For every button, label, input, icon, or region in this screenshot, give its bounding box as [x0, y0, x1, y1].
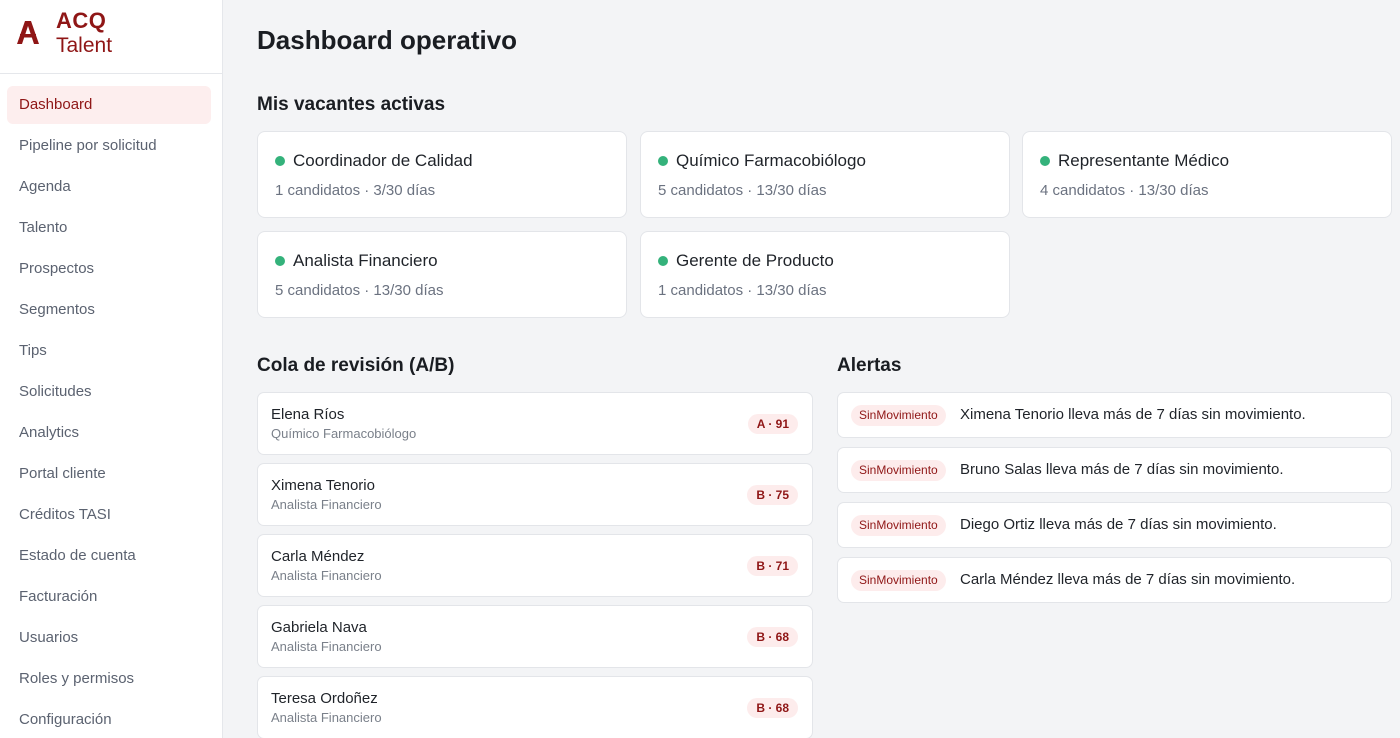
sidebar-item-usuarios[interactable]: Usuarios: [7, 619, 211, 657]
vacancy-card[interactable]: Coordinador de Calidad 1 candidatos · 3/…: [257, 131, 627, 218]
vacantes-section-title: Mis vacantes activas: [257, 94, 446, 115]
brand-name-bottom: Talent: [56, 34, 113, 57]
candidate-name: Elena Ríos: [271, 406, 345, 423]
vacancy-title: Representante Médico: [1058, 151, 1230, 170]
vacancy-card[interactable]: Analista Financiero 5 candidatos · 13/30…: [257, 231, 627, 318]
sidebar-nav: Dashboard Pipeline por solicitud Agenda …: [0, 86, 223, 738]
alert-type-badge: SinMovimiento: [851, 515, 946, 536]
candidate-role: Analista Financiero: [271, 497, 382, 512]
sidebar-item-portal-cliente[interactable]: Portal cliente: [7, 455, 211, 493]
candidate-role: Analista Financiero: [271, 639, 382, 654]
sidebar-item-analytics[interactable]: Analytics: [7, 414, 211, 452]
alert-item[interactable]: SinMovimiento Bruno Salas lleva más de 7…: [837, 447, 1392, 493]
sidebar-item-creditos-tasi[interactable]: Créditos TASI: [7, 496, 211, 534]
sidebar-item-pipeline[interactable]: Pipeline por solicitud: [7, 127, 211, 165]
alert-type-badge: SinMovimiento: [851, 460, 946, 481]
alert-text: Diego Ortiz lleva más de 7 días sin movi…: [960, 516, 1277, 533]
alert-type-badge: SinMovimiento: [851, 570, 946, 591]
sidebar-item-agenda[interactable]: Agenda: [7, 168, 211, 206]
vacancy-meta: 5 candidatos · 13/30 días: [658, 182, 827, 199]
alert-text: Ximena Tenorio lleva más de 7 días sin m…: [960, 406, 1306, 423]
vacancy-meta: 1 candidatos · 13/30 días: [658, 282, 827, 299]
revision-section-title: Cola de revisión (A/B): [257, 355, 455, 376]
review-row[interactable]: Carla Méndez Analista Financiero B · 71: [257, 534, 813, 597]
candidate-name: Gabriela Nava: [271, 619, 367, 636]
sidebar-item-segmentos[interactable]: Segmentos: [7, 291, 211, 329]
alert-type-badge: SinMovimiento: [851, 405, 946, 426]
active-status-dot: [275, 156, 285, 166]
score-badge: B · 68: [747, 698, 798, 718]
review-row[interactable]: Gabriela Nava Analista Financiero B · 68: [257, 605, 813, 668]
vacancy-card[interactable]: Gerente de Producto 1 candidatos · 13/30…: [640, 231, 1010, 318]
review-row[interactable]: Ximena Tenorio Analista Financiero B · 7…: [257, 463, 813, 526]
vacancy-title: Coordinador de Calidad: [293, 151, 473, 170]
review-row[interactable]: Elena Ríos Químico Farmacobiólogo A · 91: [257, 392, 813, 455]
vacancy-meta: 1 candidatos · 3/30 días: [275, 182, 436, 199]
sidebar-item-estado-de-cuenta[interactable]: Estado de cuenta: [7, 537, 211, 575]
score-badge: B · 71: [747, 556, 798, 576]
alert-item[interactable]: SinMovimiento Diego Ortiz lleva más de 7…: [837, 502, 1392, 548]
candidate-name: Carla Méndez: [271, 548, 365, 565]
candidate-name: Teresa Ordoñez: [271, 690, 378, 707]
sidebar-item-prospectos[interactable]: Prospectos: [7, 250, 211, 288]
sidebar-item-roles[interactable]: Roles y permisos: [7, 660, 211, 698]
score-badge: B · 68: [747, 627, 798, 647]
page-title: Dashboard operativo: [257, 25, 518, 55]
alert-text: Carla Méndez lleva más de 7 días sin mov…: [960, 571, 1296, 588]
active-status-dot: [658, 156, 668, 166]
candidate-role: Químico Farmacobiólogo: [271, 426, 417, 441]
alertas-section-title: Alertas: [837, 355, 902, 376]
alert-item[interactable]: SinMovimiento Ximena Tenorio lleva más d…: [837, 392, 1392, 438]
score-badge: B · 75: [747, 485, 798, 505]
vacancy-card[interactable]: Químico Farmacobiólogo 5 candidatos · 13…: [640, 131, 1010, 218]
active-status-dot: [275, 256, 285, 266]
brand-name-top: ACQ: [56, 8, 107, 33]
brand-logo-icon: [17, 21, 39, 44]
candidate-role: Analista Financiero: [271, 568, 382, 583]
sidebar-item-solicitudes[interactable]: Solicitudes: [7, 373, 211, 411]
alert-item[interactable]: SinMovimiento Carla Méndez lleva más de …: [837, 557, 1392, 603]
candidate-role: Analista Financiero: [271, 710, 382, 725]
brand[interactable]: ACQ Talent: [0, 0, 222, 74]
review-row[interactable]: Teresa Ordoñez Analista Financiero B · 6…: [257, 676, 813, 738]
sidebar: ACQ Talent Dashboard Pipeline por solici…: [0, 0, 223, 738]
score-badge: A · 91: [747, 414, 798, 434]
candidate-name: Ximena Tenorio: [271, 477, 375, 494]
alert-text: Bruno Salas lleva más de 7 días sin movi…: [960, 461, 1284, 478]
vacancy-title: Analista Financiero: [293, 251, 438, 270]
active-status-dot: [1040, 156, 1050, 166]
vacancy-title: Químico Farmacobiólogo: [676, 151, 866, 170]
sidebar-item-facturacion[interactable]: Facturación: [7, 578, 211, 616]
vacancy-title: Gerente de Producto: [676, 251, 834, 270]
active-status-dot: [658, 256, 668, 266]
sidebar-item-tips[interactable]: Tips: [7, 332, 211, 370]
sidebar-item-configuracion[interactable]: Configuración: [7, 701, 211, 738]
sidebar-item-talento[interactable]: Talento: [7, 209, 211, 247]
vacancy-card[interactable]: Representante Médico 4 candidatos · 13/3…: [1022, 131, 1392, 218]
vacancy-meta: 4 candidatos · 13/30 días: [1040, 182, 1209, 199]
sidebar-item-dashboard[interactable]: Dashboard: [7, 86, 211, 124]
vacancy-meta: 5 candidatos · 13/30 días: [275, 282, 444, 299]
